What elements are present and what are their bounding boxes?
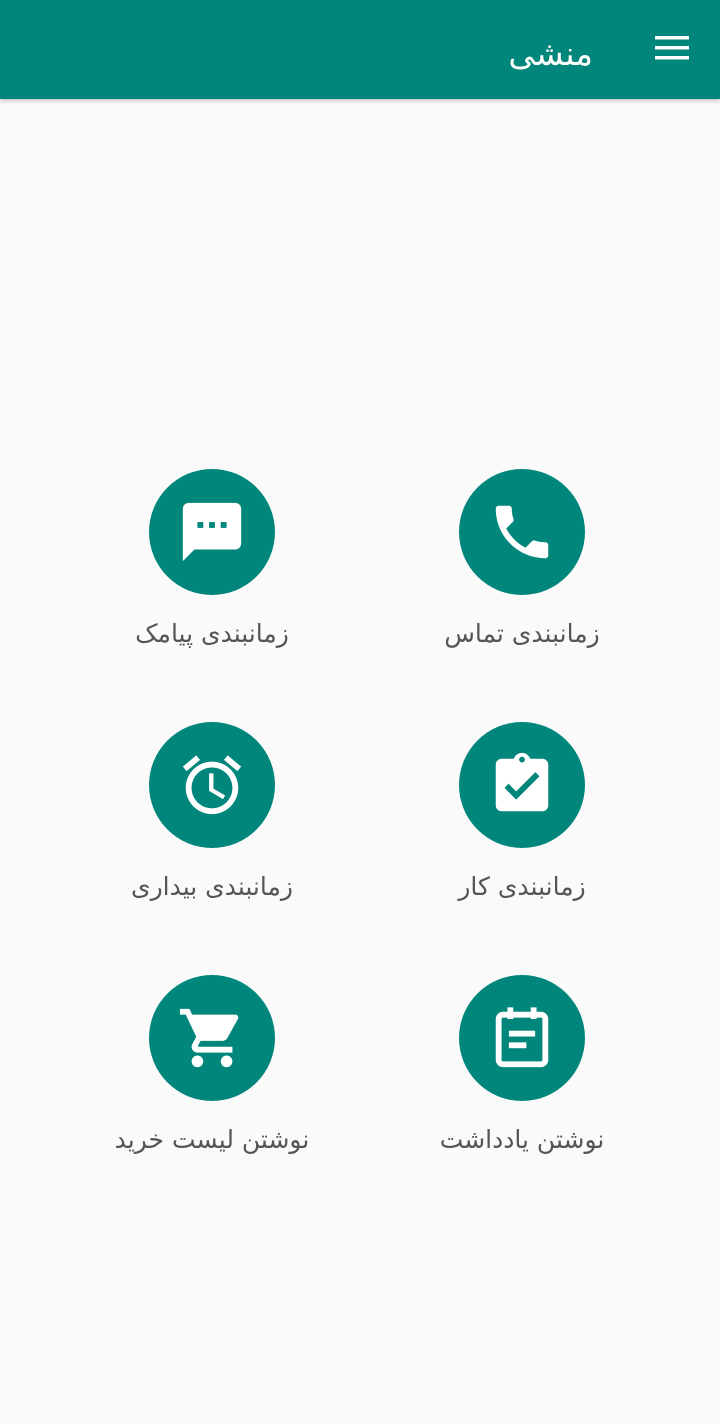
schedule-task-label: زمانبندی کار <box>458 872 586 901</box>
write-note-tile[interactable]: نوشتن یادداشت <box>392 975 652 1175</box>
schedule-sms-tile[interactable]: زمانبندی پیامک <box>82 469 342 669</box>
schedule-task-tile[interactable]: زمانبندی کار <box>392 722 652 922</box>
schedule-alarm-tile[interactable]: زمانبندی بیداری <box>82 722 342 922</box>
notes-calendar-icon <box>459 975 585 1101</box>
hamburger-menu-icon[interactable] <box>652 30 692 66</box>
phone-icon <box>459 469 585 595</box>
app-toolbar: منشی <box>0 0 720 99</box>
schedule-call-label: زمانبندی تماس <box>444 619 600 648</box>
schedule-sms-label: زمانبندی پیامک <box>135 619 289 648</box>
alarm-clock-icon <box>149 722 275 848</box>
clipboard-check-icon <box>459 722 585 848</box>
write-note-label: نوشتن یادداشت <box>439 1125 605 1154</box>
shopping-list-tile[interactable]: نوشتن لیست خرید <box>82 975 342 1175</box>
schedule-call-tile[interactable]: زمانبندی تماس <box>392 469 652 669</box>
app-title: منشی <box>508 34 593 73</box>
shopping-cart-icon <box>149 975 275 1101</box>
sms-message-icon <box>149 469 275 595</box>
schedule-alarm-label: زمانبندی بیداری <box>131 872 293 901</box>
shopping-list-label: نوشتن لیست خرید <box>114 1125 310 1154</box>
